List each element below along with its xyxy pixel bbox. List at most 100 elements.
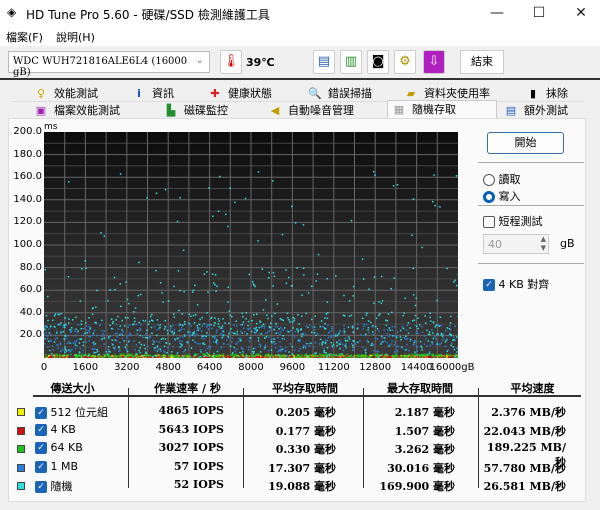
- tab-random-access[interactable]: ▦ 隨機存取: [387, 100, 497, 119]
- write-radio[interactable]: 寫入: [483, 188, 521, 204]
- data-point: [381, 335, 383, 338]
- iops-value: 57 IOPS: [173, 459, 224, 473]
- series-checkbox[interactable]: ✓ 1 MB: [35, 460, 78, 473]
- drive-select[interactable]: WDC WUH721816ALE6L4 (16000 gB) ⌄: [8, 51, 210, 78]
- tab-erase[interactable]: ▮ 抹除: [522, 85, 568, 102]
- data-point: [420, 353, 422, 356]
- data-point: [406, 354, 408, 357]
- data-point: [89, 327, 92, 329]
- data-point: [192, 289, 195, 291]
- series-checkbox[interactable]: ✓ 64 KB: [35, 441, 83, 454]
- tab-label: 磁碟監控: [184, 104, 228, 117]
- series-checkbox[interactable]: ✓ 512 位元組: [35, 404, 108, 420]
- series-checkbox[interactable]: ✓ 隨機: [35, 478, 73, 494]
- data-point: [279, 317, 282, 320]
- tab-aam[interactable]: ◀ 自動噪音管理: [264, 102, 354, 119]
- data-point: [348, 315, 351, 318]
- data-point: [315, 280, 318, 282]
- menu-help[interactable]: 說明(H): [56, 29, 95, 45]
- data-point: [259, 344, 262, 347]
- data-point: [82, 344, 85, 347]
- data-point: [114, 346, 116, 349]
- data-point: [202, 343, 204, 345]
- data-point: [144, 320, 147, 322]
- data-point: [201, 325, 204, 327]
- data-point: [68, 349, 70, 351]
- tab-error-scan[interactable]: 🔍 錯誤掃描: [304, 85, 372, 102]
- data-point: [421, 331, 424, 334]
- short-test-checkbox[interactable]: 短程測試: [483, 213, 543, 229]
- data-point: [199, 343, 201, 345]
- tab-health[interactable]: ✚ 健康狀態: [204, 85, 272, 102]
- data-point: [144, 353, 146, 356]
- data-point: [280, 356, 283, 358]
- data-point: [423, 353, 426, 356]
- data-point: [159, 282, 162, 284]
- data-point: [282, 334, 284, 337]
- data-point: [184, 355, 186, 358]
- size-stepper[interactable]: 40 ▲ ▼: [483, 234, 549, 254]
- data-point: [114, 339, 116, 341]
- data-point: [262, 323, 265, 326]
- tab-extra-tests[interactable]: ▤ 額外測試: [500, 102, 568, 119]
- data-point: [393, 356, 395, 358]
- data-point: [395, 335, 397, 337]
- tab-file-benchmark[interactable]: ▣ 檔案效能測試: [30, 102, 120, 119]
- data-point: [52, 348, 54, 351]
- data-point: [386, 329, 389, 331]
- data-point: [343, 356, 345, 358]
- read-radio[interactable]: 讀取: [483, 171, 521, 187]
- tab-benchmark[interactable]: ♀ 效能測試: [30, 85, 98, 102]
- data-point: [437, 333, 439, 335]
- data-point: [92, 342, 95, 344]
- data-point: [404, 297, 407, 299]
- series-checkbox[interactable]: ✓ 4 KB: [35, 423, 76, 436]
- data-point: [320, 320, 323, 322]
- data-point: [196, 333, 198, 336]
- minimize-button[interactable]: —: [482, 3, 512, 23]
- data-point: [56, 353, 58, 355]
- data-point: [157, 353, 159, 356]
- data-point: [284, 338, 286, 340]
- data-point: [264, 344, 267, 346]
- maximize-button[interactable]: ☐: [524, 3, 554, 23]
- data-point: [406, 348, 408, 351]
- menu-file[interactable]: 檔案(F): [6, 29, 43, 45]
- data-point: [231, 352, 234, 354]
- screenshot-button[interactable]: ◙: [367, 50, 389, 74]
- data-point: [403, 356, 406, 358]
- data-point: [288, 356, 290, 358]
- data-point: [193, 321, 196, 324]
- data-point: [273, 340, 275, 343]
- data-point: [134, 355, 137, 358]
- data-point: [272, 355, 275, 358]
- copy-info-button[interactable]: ▤: [313, 50, 335, 74]
- data-point: [385, 355, 388, 357]
- data-point: [365, 323, 368, 326]
- options-button[interactable]: ⚙: [394, 50, 416, 74]
- data-point: [144, 347, 146, 350]
- tab-info[interactable]: i 資訊: [128, 85, 174, 102]
- copy-chart-button[interactable]: ▥: [340, 50, 362, 74]
- data-point: [261, 325, 263, 327]
- save-down-button[interactable]: ⇩: [423, 50, 445, 74]
- data-point: [251, 350, 254, 353]
- start-button[interactable]: 開始: [487, 132, 564, 154]
- data-point: [384, 340, 386, 342]
- data-point: [385, 324, 388, 327]
- data-point: [212, 215, 214, 218]
- data-point: [206, 271, 208, 273]
- spin-arrows-icon[interactable]: ▲ ▼: [541, 235, 546, 253]
- data-point: [222, 334, 225, 336]
- align-4kb-checkbox[interactable]: ✓ 4 KB 對齊: [483, 276, 549, 292]
- data-point: [175, 355, 177, 358]
- data-point: [414, 314, 417, 317]
- data-point: [260, 333, 263, 335]
- data-point: [213, 324, 215, 327]
- data-point: [276, 336, 279, 339]
- exit-button[interactable]: 結束: [460, 50, 504, 74]
- data-point: [297, 331, 299, 333]
- close-button[interactable]: ✕: [566, 3, 596, 23]
- tab-disk-monitor[interactable]: ▙ 磁碟監控: [160, 102, 228, 119]
- data-point: [450, 344, 453, 347]
